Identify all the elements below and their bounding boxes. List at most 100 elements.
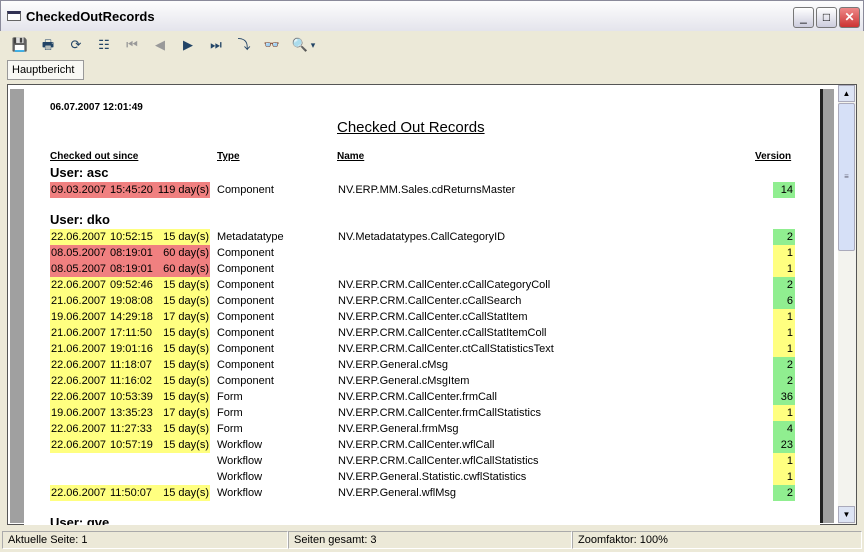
name-cell: NV.Metadatatypes.CallCategoryID [338,231,506,243]
type-cell: Workflow [217,439,263,451]
checkout-date: 22.06.2007 [51,487,107,499]
version-cell: 4 [773,421,795,437]
type-cell: Form [217,423,243,435]
left-margin [10,89,24,523]
scroll-thumb[interactable]: ≡ [838,103,855,251]
checked-out-since-cell [50,453,210,469]
tab-hauptbericht[interactable]: Hauptbericht [7,60,84,80]
report-page: 06.07.2007 12:01:49 Checked Out Records … [24,89,820,525]
name-cell: NV.ERP.CRM.CallCenter.cCallStatItem [338,311,528,323]
version-cell: 1 [773,325,795,341]
goto-page-icon[interactable]: ⤵ [234,35,254,55]
tree-icon[interactable]: ☷ [94,35,114,55]
table-row: Workflow NV.ERP.General.Statistic.cwflSta… [24,469,820,485]
find-icon[interactable]: 👓 [262,35,282,55]
name-cell: NV.ERP.General.cMsg [338,359,449,371]
checked-out-since-cell: 22.06.2007 09:52:46 15 day(s) [50,277,210,293]
checkout-time: 11:50:07 [110,487,153,499]
checkout-age: 15 day(s) [163,375,209,387]
first-page-icon[interactable]: ⏮ [122,35,142,55]
next-page-icon[interactable]: ▶ [178,35,198,55]
checked-out-since-cell [50,469,210,485]
checked-out-since-cell: 19.06.2007 14:29:18 17 day(s) [50,309,210,325]
checked-out-since-cell: 09.03.2007 15:45:20 119 day(s) [50,182,210,198]
user-group-header: User: gve [50,515,110,525]
checked-out-since-cell: 22.06.2007 11:27:33 15 day(s) [50,421,210,437]
report-timestamp: 06.07.2007 12:01:49 [50,102,143,113]
checkout-date: 08.05.2007 [51,247,107,259]
scroll-up-button[interactable]: ▲ [838,85,855,102]
toolbar: 💾 🖶 ⟳ ☷ ⏮ ◀ ▶ ⏭ ⤵ 👓 🔍 ▾ [4,33,860,57]
export-icon[interactable]: 💾 [10,35,30,55]
checkout-time: 10:53:39 [110,391,153,403]
checkout-date: 21.06.2007 [51,295,107,307]
refresh-icon[interactable]: ⟳ [66,35,86,55]
checkout-date: 22.06.2007 [51,391,107,403]
checkout-time: 09:52:46 [110,279,153,291]
minimize-button[interactable]: _ [793,7,814,28]
table-row: 22.06.2007 10:57:19 15 day(s) Workflow NV.ER… [24,437,820,453]
name-cell: NV.ERP.General.cMsgItem [338,375,470,387]
header-name: Name [337,151,365,162]
checked-out-since-cell: 22.06.2007 10:52:15 15 day(s) [50,229,210,245]
type-cell: Form [217,407,243,419]
right-margin [820,89,834,523]
version-cell: 36 [773,389,795,405]
table-row: 08.05.2007 08:19:01 60 day(s) Component 1 [24,261,820,277]
version-cell: 6 [773,293,795,309]
table-row: Workflow NV.ERP.CRM.CallCenter.wflCallSta… [24,453,820,469]
version-cell: 1 [773,309,795,325]
header-since: Checked out since [50,151,139,162]
table-row: 22.06.2007 10:53:39 15 day(s) Form NV.ERP.CR… [24,389,820,405]
table-row: 19.06.2007 13:35:23 17 day(s) Form NV.ERP.CR… [24,405,820,421]
status-current-page: Aktuelle Seite: 1 [2,531,288,549]
name-cell: NV.ERP.CRM.CallCenter.wflCall [338,439,495,451]
table-row: 08.05.2007 08:19:01 60 day(s) Component 1 [24,245,820,261]
zoom-icon[interactable]: 🔍 [290,35,310,55]
checkout-time: 11:18:07 [110,359,153,371]
close-button[interactable]: ✕ [839,7,860,28]
vertical-scrollbar[interactable]: ▲ ≡ ▼ [838,85,856,524]
checkout-time: 15:45:20 [110,184,153,196]
version-cell: 1 [773,469,795,485]
checkout-time: 14:29:18 [110,311,153,323]
table-row: 21.06.2007 19:01:16 15 day(s) Component NV.E… [24,341,820,357]
name-cell: NV.ERP.General.Statistic.cwflStatistics [338,471,527,483]
maximize-button[interactable]: □ [816,7,837,28]
name-cell: NV.ERP.CRM.CallCenter.frmCallStatistics [338,407,541,419]
checkout-time: 19:01:16 [110,343,153,355]
checkout-date: 22.06.2007 [51,359,107,371]
version-cell: 2 [773,485,795,501]
report-viewer: 06.07.2007 12:01:49 Checked Out Records … [7,84,857,525]
checkout-time: 19:08:08 [110,295,153,307]
table-row: 19.06.2007 14:29:18 17 day(s) Component NV.E… [24,309,820,325]
print-icon[interactable]: 🖶 [38,35,58,55]
header-version: Version [755,151,792,162]
scroll-down-button[interactable]: ▼ [838,506,855,523]
checked-out-since-cell: 08.05.2007 08:19:01 60 day(s) [50,245,210,261]
report-title: Checked Out Records [337,119,485,136]
type-cell: Component [217,343,274,355]
table-row: 22.06.2007 11:27:33 15 day(s) Form NV.ERP.Ge… [24,421,820,437]
prev-page-icon[interactable]: ◀ [150,35,170,55]
checkout-date: 22.06.2007 [51,279,107,291]
checkout-time: 10:57:19 [110,439,153,451]
table-row: 22.06.2007 11:18:07 15 day(s) Component NV.E… [24,357,820,373]
header-type: Type [217,151,240,162]
checkout-time: 11:27:33 [110,423,153,435]
checkout-date: 21.06.2007 [51,343,107,355]
checkout-age: 17 day(s) [163,407,209,419]
name-cell: NV.ERP.CRM.CallCenter.cCallStatItemColl [338,327,547,339]
checkout-date: 08.05.2007 [51,263,107,275]
last-page-icon[interactable]: ⏭ [206,35,226,55]
checkout-age: 15 day(s) [163,423,209,435]
checkout-age: 15 day(s) [163,391,209,403]
type-cell: Component [217,327,274,339]
checkout-time: 17:11:50 [110,327,153,339]
checkout-age: 60 day(s) [163,263,209,275]
version-cell: 14 [773,182,795,198]
zoom-dropdown-icon[interactable]: ▾ [308,35,318,55]
version-cell: 23 [773,437,795,453]
type-cell: Component [217,279,274,291]
checked-out-since-cell: 08.05.2007 08:19:01 60 day(s) [50,261,210,277]
